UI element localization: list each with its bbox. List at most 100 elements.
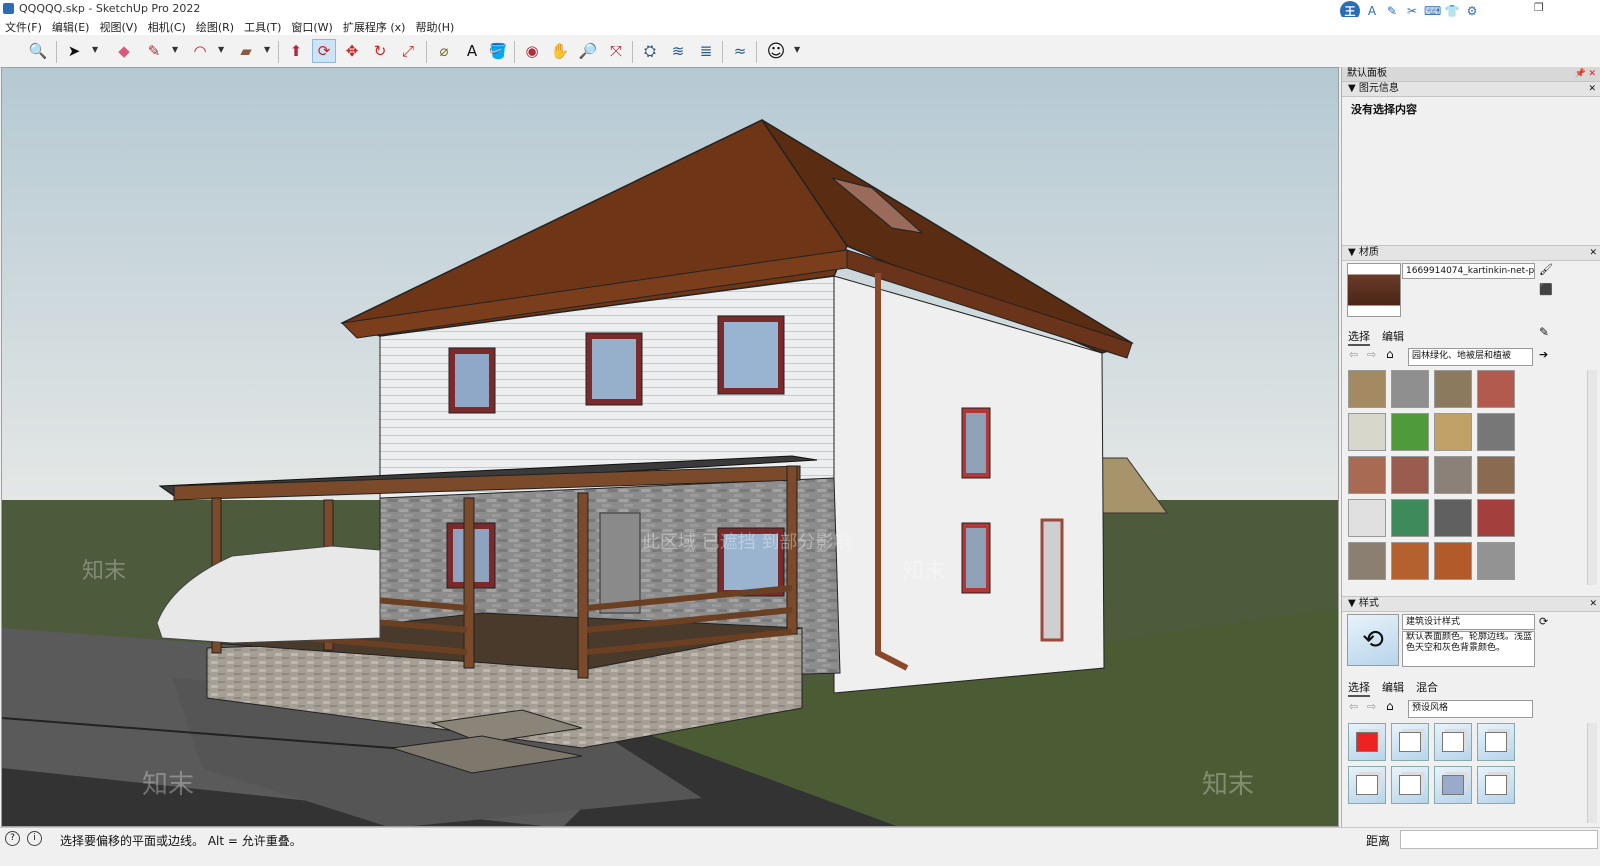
style-swatch[interactable] xyxy=(1477,723,1515,761)
material-sample-icon[interactable]: 🖌 xyxy=(1539,263,1553,276)
material-swatch[interactable] xyxy=(1477,370,1515,408)
ime-pen-icon[interactable]: ✎ xyxy=(1384,4,1400,18)
material-swatch[interactable] xyxy=(1348,456,1386,494)
materials-tab-select[interactable]: 选择 xyxy=(1348,328,1370,346)
move-icon[interactable]: ✥ xyxy=(340,39,364,63)
pin-icon[interactable]: 📌 xyxy=(1575,67,1586,81)
ime-scissors-icon[interactable]: ✂ xyxy=(1404,4,1420,18)
select-icon[interactable]: ➤ xyxy=(62,39,86,63)
material-swatch[interactable] xyxy=(1391,456,1429,494)
account-dropdown-icon[interactable]: ▼ xyxy=(794,45,800,54)
styles-home-icon[interactable]: ⌂ xyxy=(1386,699,1394,713)
style-description-field[interactable]: 默认表面颜色。轮廓边线。浅蓝色天空和灰色背景颜色。 xyxy=(1402,631,1535,667)
extension-icon[interactable]: ≋ xyxy=(666,39,690,63)
forward-arrow-icon[interactable]: ⇨ xyxy=(1367,348,1376,361)
menu-extensions[interactable]: 扩展程序 (x) xyxy=(338,17,411,35)
ime-skin-icon[interactable]: 👕 xyxy=(1444,4,1460,18)
menu-draw[interactable]: 绘图(R) xyxy=(191,17,239,35)
back-arrow-icon[interactable]: ⇦ xyxy=(1349,348,1358,361)
styles-tab-mix[interactable]: 混合 xyxy=(1416,679,1438,697)
style-swatch[interactable] xyxy=(1477,766,1515,804)
material-swatch[interactable] xyxy=(1434,456,1472,494)
sandbox-icon[interactable]: ≈ xyxy=(728,39,752,63)
style-name-field[interactable]: 建筑设计样式 xyxy=(1402,614,1535,630)
ime-font-icon[interactable]: A xyxy=(1364,4,1380,18)
zoom-window-icon[interactable]: 🔍 xyxy=(26,39,50,63)
restore-window-icon[interactable]: ❐ xyxy=(1534,1,1544,14)
scale-icon[interactable]: ⤢ xyxy=(396,39,420,63)
sample-paint-icon[interactable]: ✎ xyxy=(1539,325,1549,339)
style-swatch[interactable] xyxy=(1348,766,1386,804)
material-swatch[interactable] xyxy=(1348,542,1386,580)
select-dropdown-icon[interactable]: ▼ xyxy=(92,45,98,54)
materials-header[interactable]: ▼ 材质 ✕ xyxy=(1342,245,1600,261)
menu-edit[interactable]: 编辑(E) xyxy=(47,17,95,35)
materials-scrollbar[interactable] xyxy=(1587,370,1597,585)
styles-tab-select[interactable]: 选择 xyxy=(1348,679,1370,697)
paint-bucket-icon[interactable]: 🪣 xyxy=(486,39,510,63)
material-swatch[interactable] xyxy=(1477,542,1515,580)
menu-file[interactable]: 文件(F) xyxy=(0,17,47,35)
measurements-input[interactable] xyxy=(1400,830,1598,849)
material-swatch[interactable] xyxy=(1477,456,1515,494)
orbit-icon[interactable]: ◉ xyxy=(520,39,544,63)
rectangle-dropdown-icon[interactable]: ▼ xyxy=(264,45,270,54)
styles-forward-arrow-icon[interactable]: ⇨ xyxy=(1367,700,1376,713)
rectangle-icon[interactable]: ▰ xyxy=(234,39,258,63)
material-swatch[interactable] xyxy=(1348,413,1386,451)
styles-header[interactable]: ▼ 样式 ✕ xyxy=(1342,596,1600,612)
style-swatch[interactable] xyxy=(1434,723,1472,761)
styles-close-icon[interactable]: ✕ xyxy=(1589,597,1597,611)
material-swatch[interactable] xyxy=(1434,499,1472,537)
warehouse-icon[interactable]: ⛭ xyxy=(638,39,662,63)
material-swatch[interactable] xyxy=(1391,413,1429,451)
style-update-icon[interactable]: ⟳ xyxy=(1539,615,1548,628)
layers-icon[interactable]: ≣ xyxy=(694,39,718,63)
material-swatch[interactable] xyxy=(1477,413,1515,451)
style-thumbnail[interactable]: ⟲ xyxy=(1347,614,1399,666)
arc-dropdown-icon[interactable]: ▼ xyxy=(218,45,224,54)
zoom-icon[interactable]: 🔎 xyxy=(576,39,600,63)
material-swatch[interactable] xyxy=(1391,370,1429,408)
home-icon[interactable]: ⌂ xyxy=(1386,347,1394,361)
material-swatch[interactable] xyxy=(1391,499,1429,537)
geo-location-icon[interactable]: ? xyxy=(5,831,20,846)
pan-icon[interactable]: ✋ xyxy=(548,39,572,63)
materials-tab-edit[interactable]: 编辑 xyxy=(1382,328,1404,346)
material-swatch[interactable] xyxy=(1434,370,1472,408)
styles-scrollbar[interactable] xyxy=(1587,723,1597,823)
text-icon[interactable]: A xyxy=(460,39,484,63)
pencil-dropdown-icon[interactable]: ▼ xyxy=(172,45,178,54)
material-create-icon[interactable]: ⬛ xyxy=(1539,283,1553,296)
style-swatch[interactable] xyxy=(1391,766,1429,804)
materials-close-icon[interactable]: ✕ xyxy=(1589,246,1597,260)
entity-info-header[interactable]: ▼ 图元信息 ✕ xyxy=(1342,81,1600,97)
style-swatch[interactable] xyxy=(1434,766,1472,804)
styles-back-arrow-icon[interactable]: ⇦ xyxy=(1349,700,1358,713)
arc-icon[interactable]: ◠ xyxy=(188,39,212,63)
material-swatch[interactable] xyxy=(1434,542,1472,580)
style-swatch[interactable] xyxy=(1391,723,1429,761)
material-swatch[interactable] xyxy=(1434,413,1472,451)
pencil-icon[interactable]: ✎ xyxy=(142,39,166,63)
eraser-icon[interactable]: ◆ xyxy=(112,39,136,63)
material-swatch[interactable] xyxy=(1391,542,1429,580)
zoom-extents-icon[interactable]: ⤧ xyxy=(604,39,628,63)
ime-keyboard-icon[interactable]: ⌨ xyxy=(1424,4,1441,18)
menu-help[interactable]: 帮助(H) xyxy=(410,17,459,35)
account-icon[interactable]: ☺ xyxy=(764,39,788,63)
offset-icon[interactable]: ⟳ xyxy=(312,39,336,63)
house-scene[interactable]: 此区域 已遮挡 到部分影响 知末 知末 知末 知末 xyxy=(2,68,1339,827)
material-swatch[interactable] xyxy=(1477,499,1515,537)
instructor-icon[interactable]: i xyxy=(27,831,42,846)
push-pull-icon[interactable]: ⬆ xyxy=(284,39,308,63)
material-swatch[interactable] xyxy=(1348,370,1386,408)
menu-camera[interactable]: 相机(C) xyxy=(143,17,191,35)
model-viewport[interactable]: 此区域 已遮挡 到部分影响 知末 知末 知末 知末 xyxy=(1,67,1339,827)
material-collection-select[interactable]: 园林绿化、地被层和植被 xyxy=(1408,348,1533,366)
tray-close-icon[interactable]: ✕ xyxy=(1588,67,1596,81)
entity-info-close-icon[interactable]: ✕ xyxy=(1588,82,1596,96)
menu-window[interactable]: 窗口(W) xyxy=(286,17,337,35)
material-name-field[interactable]: 1669914074_kartinkin-net-p-teks xyxy=(1402,263,1535,279)
style-swatch[interactable] xyxy=(1348,723,1386,761)
